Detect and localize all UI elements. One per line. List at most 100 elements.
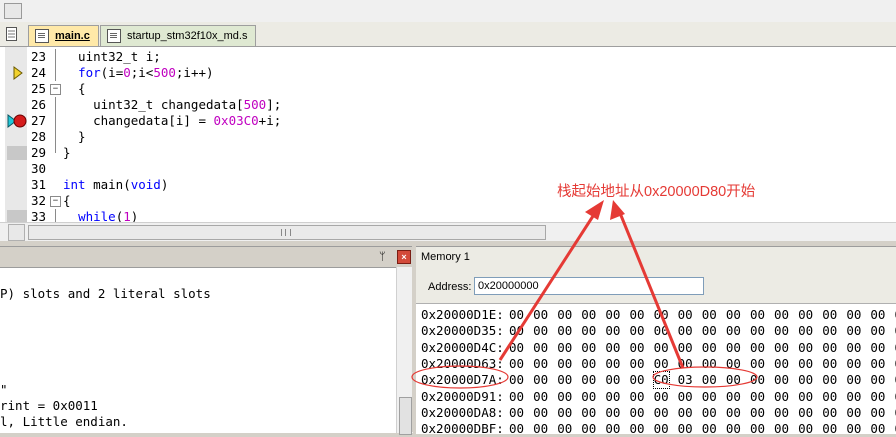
memory-byte[interactable]: 00	[702, 372, 726, 388]
scroll-thumb[interactable]	[28, 225, 546, 240]
memory-byte[interactable]: 00	[533, 323, 557, 339]
memory-byte[interactable]: 00	[557, 307, 581, 323]
memory-byte[interactable]: 00	[798, 421, 822, 437]
memory-byte[interactable]: 00	[726, 389, 750, 405]
memory-byte[interactable]: 00	[774, 307, 798, 323]
memory-row[interactable]: 0x20000D1E:00000000000000000000000000000…	[421, 307, 896, 323]
memory-byte[interactable]: 00	[702, 323, 726, 339]
memory-byte[interactable]: 00	[678, 323, 702, 339]
memory-byte[interactable]: 00	[750, 340, 774, 356]
memory-byte[interactable]: 00	[702, 421, 726, 437]
memory-byte[interactable]: 00	[726, 372, 750, 388]
memory-row[interactable]: 0x20000D63:00000000000000000000000000000…	[421, 356, 896, 372]
tab-startup-file[interactable]: startup_stm32f10x_md.s	[100, 25, 256, 46]
build-output-panel[interactable]: ᛘ × P) slots and 2 literal slots " rint …	[0, 246, 412, 433]
memory-byte[interactable]: 00	[509, 421, 533, 437]
memory-byte[interactable]: 00	[533, 356, 557, 372]
memory-byte[interactable]: 00	[822, 389, 846, 405]
memory-byte[interactable]: 00	[870, 356, 894, 372]
memory-byte[interactable]: 00	[629, 405, 653, 421]
memory-byte[interactable]: 00	[750, 372, 774, 388]
memory-byte[interactable]: 00	[750, 389, 774, 405]
memory-byte[interactable]: 00	[557, 405, 581, 421]
memory-byte[interactable]: 00	[846, 356, 870, 372]
memory-byte[interactable]: 00	[654, 405, 678, 421]
memory-byte[interactable]: 00	[678, 356, 702, 372]
memory-byte[interactable]: 00	[702, 307, 726, 323]
memory-byte[interactable]: 00	[822, 421, 846, 437]
memory-byte[interactable]: 00	[774, 323, 798, 339]
tab-main-c[interactable]: main.c	[28, 25, 99, 46]
memory-byte[interactable]: 00	[629, 372, 653, 388]
memory-byte[interactable]: 00	[509, 389, 533, 405]
memory-byte[interactable]: 00	[846, 323, 870, 339]
memory-byte[interactable]: 00	[846, 405, 870, 421]
memory-byte[interactable]: 00	[798, 372, 822, 388]
memory-byte[interactable]: 00	[870, 389, 894, 405]
memory-byte[interactable]: 00	[702, 405, 726, 421]
memory-byte[interactable]: 00	[533, 421, 557, 437]
memory-byte[interactable]: 00	[581, 421, 605, 437]
memory-byte[interactable]: 00	[629, 389, 653, 405]
output-vertical-scrollbar[interactable]	[396, 267, 413, 433]
scroll-left-button[interactable]	[8, 224, 25, 241]
memory-byte[interactable]: 00	[822, 323, 846, 339]
memory-byte[interactable]: 00	[605, 340, 629, 356]
memory-byte[interactable]: 00	[822, 356, 846, 372]
memory-byte[interactable]: 00	[726, 421, 750, 437]
fold-toggle-icon[interactable]: −	[50, 196, 61, 207]
scroll-thumb[interactable]	[399, 397, 412, 435]
memory-byte[interactable]: 00	[870, 307, 894, 323]
memory-byte[interactable]: 00	[557, 421, 581, 437]
memory-byte[interactable]: 00	[846, 421, 870, 437]
memory-row[interactable]: 0x20000DA8:00000000000000000000000000000…	[421, 405, 896, 421]
memory-byte[interactable]: 00	[509, 372, 533, 388]
memory-byte[interactable]: 00	[798, 340, 822, 356]
memory-byte[interactable]: 00	[798, 307, 822, 323]
memory-byte[interactable]: 00	[726, 307, 750, 323]
memory-byte[interactable]: 00	[870, 372, 894, 388]
memory-byte[interactable]: 00	[509, 405, 533, 421]
memory-byte[interactable]: 00	[605, 421, 629, 437]
memory-byte[interactable]: 00	[750, 323, 774, 339]
memory-row[interactable]: 0x20000D7A:000000000000C0030000000000000…	[421, 372, 896, 388]
memory-byte[interactable]: 00	[557, 340, 581, 356]
memory-byte[interactable]: 00	[509, 356, 533, 372]
memory-window[interactable]: Memory 1 Address: 0x20000D1E:00000000000…	[416, 246, 896, 433]
memory-byte[interactable]: 00	[557, 389, 581, 405]
memory-byte[interactable]: 00	[774, 389, 798, 405]
memory-byte[interactable]: 00	[726, 356, 750, 372]
memory-byte[interactable]: 00	[654, 340, 678, 356]
memory-byte[interactable]: 00	[581, 405, 605, 421]
memory-byte[interactable]: 00	[678, 307, 702, 323]
memory-byte[interactable]: 00	[774, 356, 798, 372]
memory-byte[interactable]: 00	[798, 389, 822, 405]
close-icon[interactable]: ×	[397, 250, 411, 264]
memory-byte[interactable]: 00	[870, 340, 894, 356]
memory-byte[interactable]: 00	[533, 340, 557, 356]
memory-byte[interactable]: 00	[822, 340, 846, 356]
memory-byte[interactable]: 00	[846, 389, 870, 405]
memory-byte[interactable]: 00	[822, 405, 846, 421]
memory-byte[interactable]: 00	[533, 405, 557, 421]
memory-byte[interactable]: 00	[557, 372, 581, 388]
memory-byte[interactable]: 00	[629, 323, 653, 339]
memory-byte[interactable]: 00	[557, 356, 581, 372]
memory-byte[interactable]: 00	[846, 372, 870, 388]
memory-row[interactable]: 0x20000DBF:00000000000000000000000000000…	[421, 421, 896, 437]
memory-byte[interactable]: 00	[533, 307, 557, 323]
memory-byte[interactable]: 00	[581, 372, 605, 388]
memory-byte[interactable]: 00	[581, 307, 605, 323]
memory-byte[interactable]: 00	[750, 356, 774, 372]
memory-byte[interactable]: 00	[798, 356, 822, 372]
memory-byte[interactable]: 00	[629, 340, 653, 356]
memory-byte[interactable]: 00	[726, 405, 750, 421]
top-scroll-thumb[interactable]	[4, 3, 22, 19]
memory-byte[interactable]: 00	[774, 405, 798, 421]
memory-byte[interactable]: 00	[581, 356, 605, 372]
memory-byte[interactable]: 00	[798, 323, 822, 339]
memory-byte[interactable]: 00	[774, 340, 798, 356]
memory-row[interactable]: 0x20000D4C:00000000000000000000000000000…	[421, 340, 896, 356]
memory-byte[interactable]: 00	[654, 323, 678, 339]
memory-byte[interactable]: 00	[654, 356, 678, 372]
